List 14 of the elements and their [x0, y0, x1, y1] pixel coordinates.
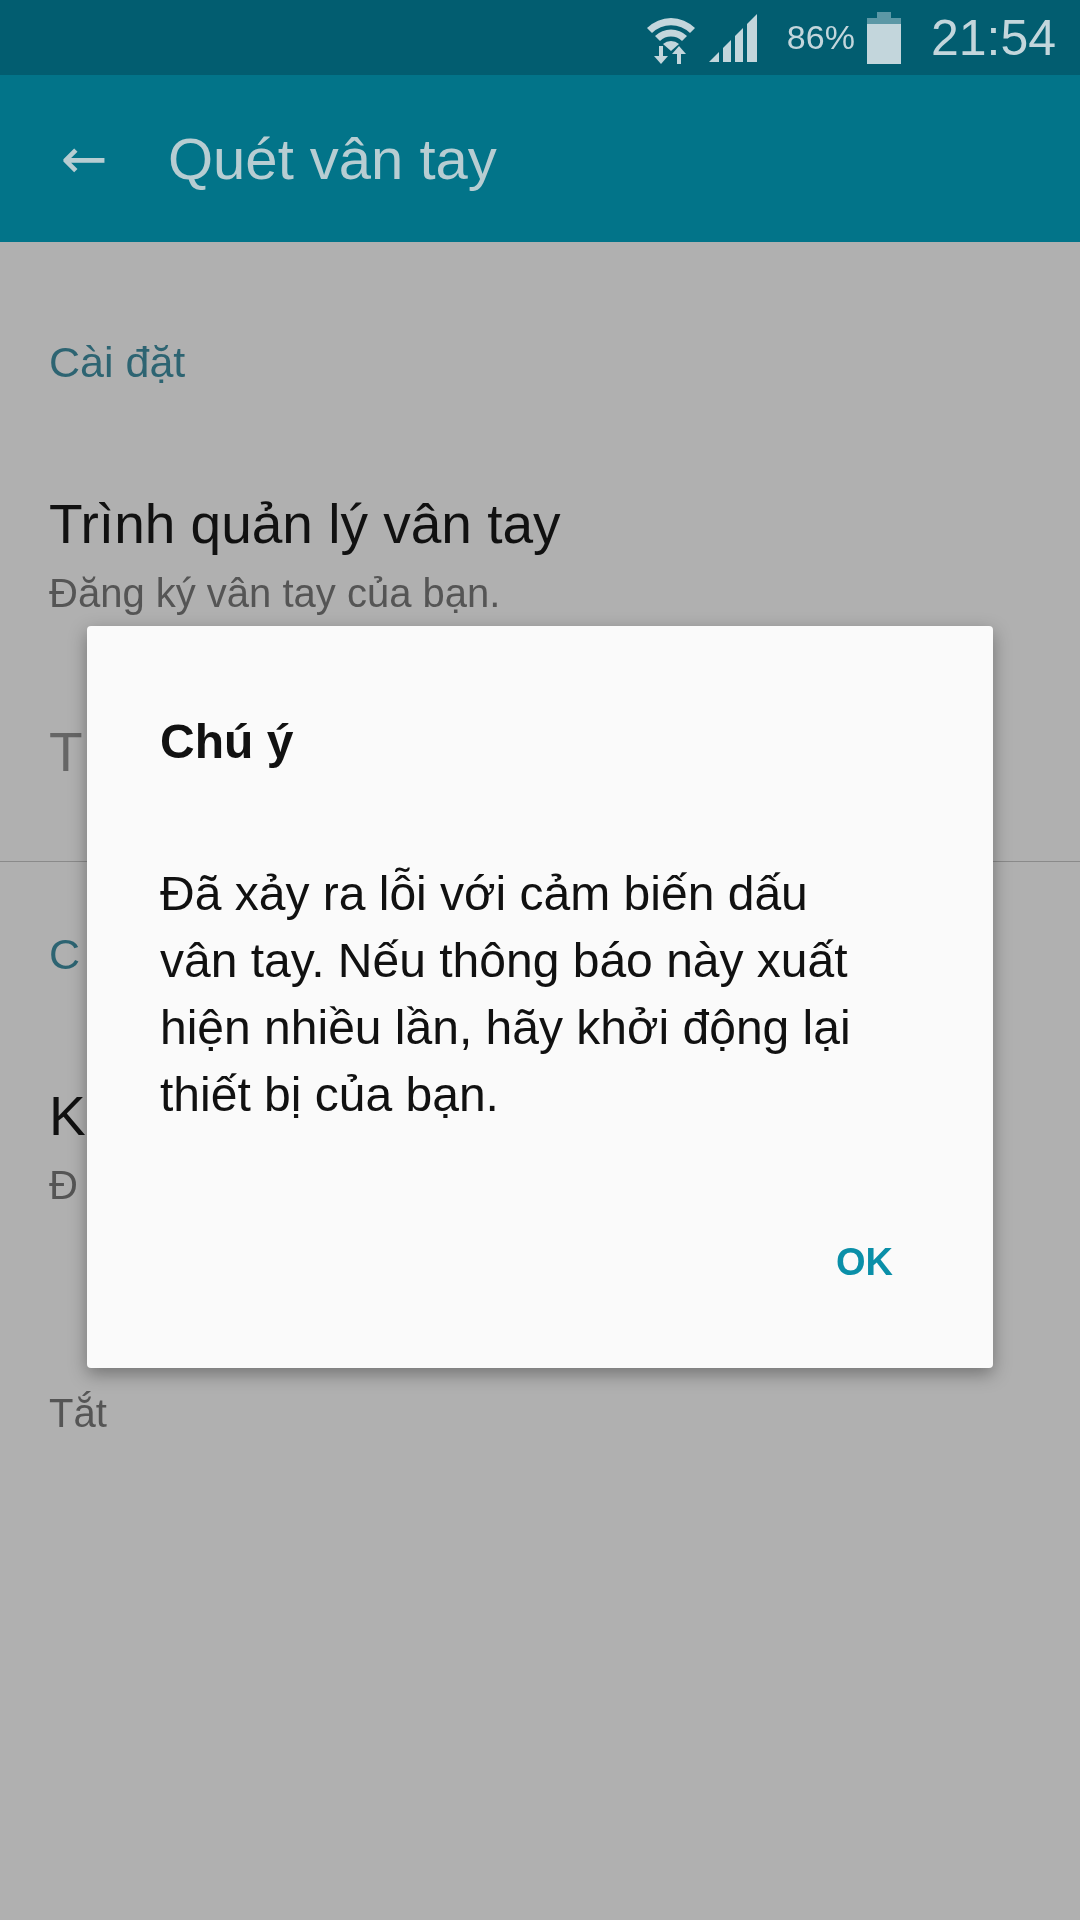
- section-header: Cài đặt: [49, 337, 186, 387]
- back-button[interactable]: ←: [56, 128, 112, 189]
- signal-icon: [708, 13, 757, 62]
- dialog-title: Chú ý: [160, 714, 294, 770]
- setting-item[interactable]: K Đ: [49, 1086, 86, 1207]
- screen-title: Quét vân tay: [168, 125, 497, 192]
- section-header: C: [49, 929, 81, 979]
- setting-item[interactable]: Tắt: [49, 1314, 107, 1435]
- ok-button[interactable]: OK: [816, 1225, 913, 1300]
- setting-item[interactable]: Trình quản lý vân tay Đăng ký vân tay của bạn.: [49, 494, 561, 615]
- battery-percent: 86%: [786, 18, 855, 57]
- clock: 21:54: [930, 8, 1056, 67]
- battery-icon: [866, 11, 901, 64]
- dialog-message: Đã xảy ra lỗi với cảm biến dấu vân tay. Nếu thông báo này xuất hiện nhiều lần, hãy khởi động lại thiết bị của bạn.: [160, 866, 852, 1123]
